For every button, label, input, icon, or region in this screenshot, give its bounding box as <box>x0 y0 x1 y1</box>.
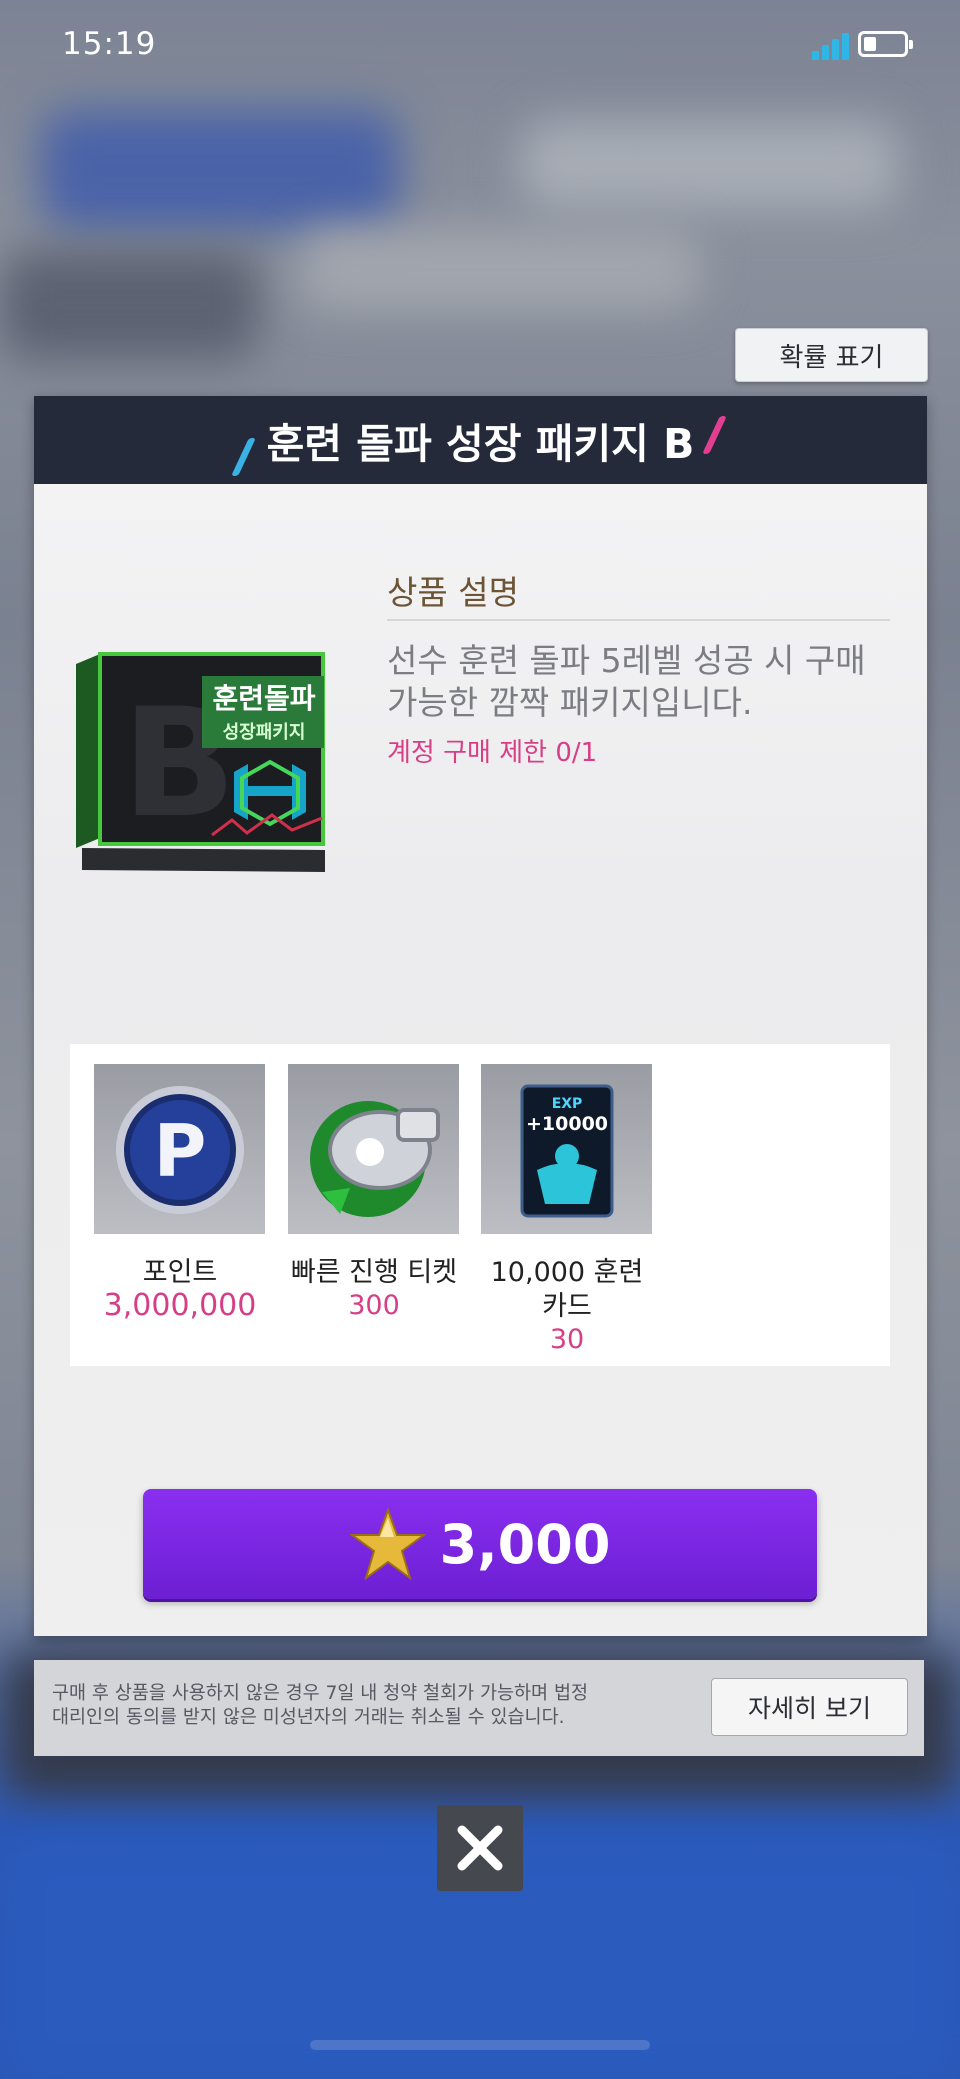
description-divider <box>387 619 890 621</box>
reward-list: P 포인트 3,000,000 빠른 진행 티켓 300 EXP +10000 <box>70 1044 890 1366</box>
point-coin-icon: P <box>116 1086 244 1214</box>
card-label-2: +10000 <box>526 1113 608 1135</box>
notice-text: 구매 후 상품을 사용하지 않은 경우 7일 내 청약 철회가 가능하며 법정 … <box>52 1683 588 1728</box>
close-button[interactable] <box>437 1805 523 1891</box>
card-label-1: EXP <box>552 1096 583 1112</box>
reward-quantity: 3,000,000 <box>103 1288 257 1323</box>
reward-name: 포인트 <box>142 1257 218 1288</box>
purchase-limit-text: 계정 구매 제한 0/1 <box>387 738 598 768</box>
reward-item-points[interactable]: P 포인트 3,000,000 <box>94 1064 266 1322</box>
package-box-image: B 훈련돌파 성장패키지 <box>72 650 337 890</box>
reward-item-training-card[interactable]: EXP +10000 10,000 훈련 카드 30 <box>481 1064 653 1356</box>
reward-name: 10,000 훈련 카드 <box>490 1257 644 1322</box>
description-text: 선수 훈련 돌파 5레벨 성공 시 구매 가능한 깜짝 패키지입니다. <box>387 641 866 722</box>
reward-name: 빠른 진행 티켓 <box>290 1257 458 1288</box>
view-details-button[interactable]: 자세히 보기 <box>711 1678 908 1736</box>
reward-quantity: 300 <box>348 1290 400 1321</box>
signal-icon <box>812 32 850 60</box>
package-title: 훈련 돌파 성장 패키지 B <box>266 420 695 468</box>
panel-header: 훈련 돌파 성장 패키지 B <box>34 396 927 484</box>
package-label-1: 훈련돌파 <box>212 682 315 715</box>
training-card-icon: EXP +10000 <box>520 1084 614 1218</box>
description-heading: 상품 설명 <box>387 573 519 612</box>
blue-slash-decoration <box>231 438 256 476</box>
reward-item-fast-ticket[interactable]: 빠른 진행 티켓 300 <box>288 1064 460 1322</box>
gold-star-icon <box>349 1508 426 1580</box>
purchase-notice: 구매 후 상품을 사용하지 않은 경우 7일 내 청약 철회가 가능하며 법정 … <box>34 1660 924 1756</box>
fast-progress-whistle-icon <box>310 1101 440 1217</box>
pink-slash-decoration <box>702 416 727 454</box>
package-label-2: 성장패키지 <box>223 722 306 743</box>
battery-icon <box>858 31 913 57</box>
home-indicator[interactable] <box>310 2040 650 2050</box>
status-bar: 15:19 <box>0 0 960 90</box>
buy-price: 3,000 <box>439 1512 611 1576</box>
status-time: 15:19 <box>62 26 157 62</box>
reward-quantity: 30 <box>549 1324 585 1355</box>
probability-display-button[interactable]: 확률 표기 <box>735 328 928 382</box>
close-icon <box>457 1825 503 1871</box>
buy-button[interactable]: 3,000 <box>143 1489 817 1599</box>
svg-text:P: P <box>154 1109 207 1193</box>
